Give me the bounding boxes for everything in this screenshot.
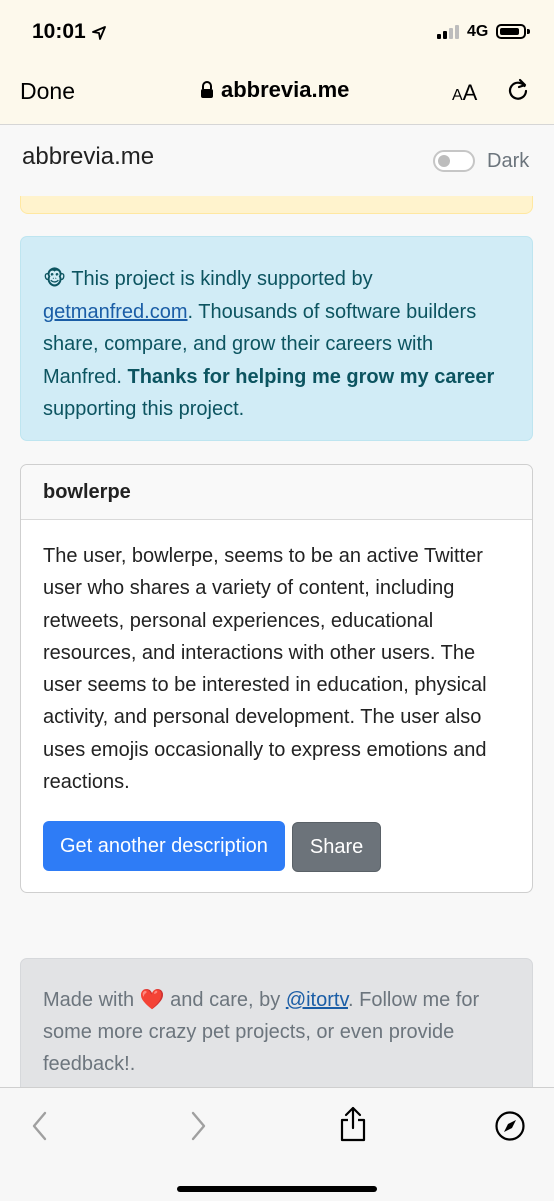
browser-toolbar: [0, 1087, 554, 1201]
done-button[interactable]: Done: [20, 78, 75, 105]
description-text: The user, bowlerpe, seems to be an activ…: [43, 545, 487, 794]
status-time: 10:01: [32, 20, 86, 43]
author-link[interactable]: @itortv: [286, 989, 348, 1011]
share-button[interactable]: Share: [291, 822, 382, 872]
heart-icon: ❤️: [139, 989, 165, 1011]
browser-chrome: 10:01 4G Done abbrevia.me AA: [0, 0, 554, 125]
back-icon[interactable]: [30, 1110, 50, 1142]
sponsor-link[interactable]: getmanfred.com: [43, 301, 188, 323]
dark-mode-toggle[interactable]: [433, 150, 475, 172]
location-arrow-icon: [92, 26, 106, 40]
home-indicator: [177, 1186, 377, 1192]
network-type: 4G: [467, 23, 489, 40]
site-brand[interactable]: abbrevia.me: [22, 143, 154, 171]
text-size-button[interactable]: AA: [452, 80, 477, 106]
card-header: bowlerpe: [21, 465, 532, 520]
share-icon[interactable]: [339, 1106, 367, 1142]
warning-alert-edge: [20, 196, 533, 214]
address-bar[interactable]: abbrevia.me: [200, 77, 349, 103]
forward-icon[interactable]: [188, 1110, 208, 1142]
signal-icon: [437, 25, 459, 39]
text-size-small-label: A: [452, 87, 463, 104]
text-size-big-label: A: [462, 80, 478, 105]
compass-icon[interactable]: [494, 1110, 526, 1142]
footer-text: Made with: [43, 989, 135, 1011]
sponsor-thanks: Thanks for helping me grow my career: [127, 365, 495, 388]
sponsor-text-end: supporting this project.: [43, 398, 245, 420]
dark-mode-label: Dark: [487, 150, 530, 172]
card-actions: Get another description Share: [43, 821, 382, 872]
result-card: bowlerpe The user, bowlerpe, seems to be…: [20, 464, 533, 893]
battery-icon: [496, 24, 530, 39]
footer-text-care: and care, by: [164, 989, 286, 1011]
get-another-description-button[interactable]: Get another description: [43, 821, 285, 871]
username: bowlerpe: [43, 480, 131, 503]
sponsor-alert: 🐵 This project is kindly supported by ge…: [20, 236, 533, 441]
monkey-icon: 🐵: [43, 268, 67, 290]
reload-icon[interactable]: [505, 77, 531, 103]
url-text: abbrevia.me: [221, 77, 350, 102]
sponsor-text: This project is kindly supported by: [71, 268, 373, 290]
lock-icon: [201, 81, 213, 98]
